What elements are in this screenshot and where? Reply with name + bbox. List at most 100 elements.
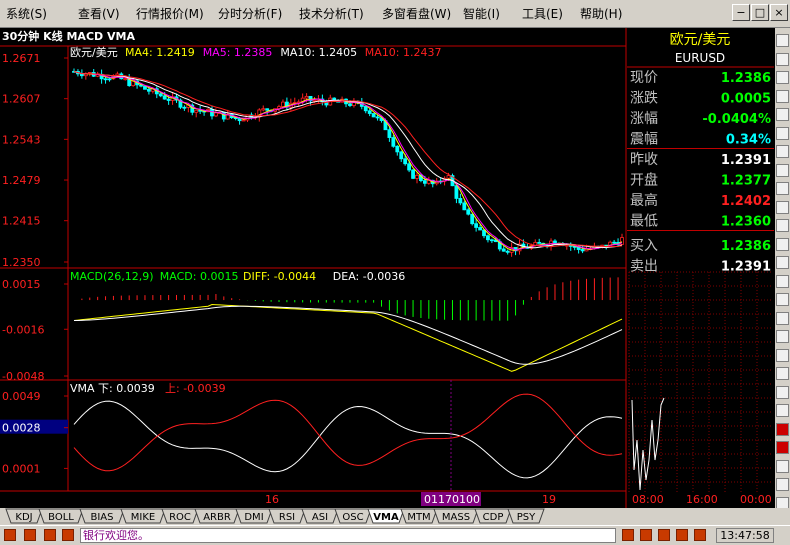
menu-item-0[interactable]: 系统(S) [6, 5, 47, 22]
toolstrip-button-11[interactable] [776, 237, 789, 251]
toolstrip-button-1[interactable] [776, 52, 789, 66]
price-tick-1: 1.2607 [2, 93, 41, 106]
tab-boll[interactable]: BOLL [38, 508, 84, 524]
status-lock-icon[interactable] [676, 529, 688, 541]
window-max-button[interactable]: □ [751, 4, 769, 21]
status-msg-icon[interactable] [658, 529, 670, 541]
tab-arbr[interactable]: ARBR [194, 508, 240, 524]
menu-item-8[interactable]: 帮助(H) [580, 5, 622, 22]
toolstrip-button-19[interactable] [776, 385, 789, 399]
toolstrip-button-20[interactable] [776, 404, 789, 417]
menu-item-1[interactable]: 查看(V) [78, 5, 120, 22]
toolstrip-button-9[interactable] [776, 200, 789, 214]
menu-item-2[interactable]: 行情报价(M) [136, 5, 204, 22]
svg-text:CDP: CDP [483, 512, 504, 523]
vma-legend-1: 上: -0.0039 [165, 382, 226, 395]
indicator-tabbar: KDJ BOLL BIAS MIKE ROC ARBR DMI RSI ASI OSC VMA MTM… [0, 508, 790, 525]
toolstrip-button-10[interactable] [776, 219, 789, 232]
svg-text:PSY: PSY [517, 512, 536, 523]
toolstrip-button-24[interactable] [776, 478, 789, 491]
toolstrip-button-0[interactable] [776, 34, 789, 47]
quote-value-2: -0.0404% [702, 112, 771, 127]
toolstrip-button-18[interactable] [776, 367, 789, 380]
menu-item-3[interactable]: 分时分析(F) [218, 5, 282, 22]
price-symbol-label: 欧元/美元 [70, 46, 118, 59]
toolstrip-button-16[interactable] [776, 330, 789, 343]
toolstrip-button-17[interactable] [776, 348, 789, 362]
quote-value-5: 1.2377 [721, 174, 771, 189]
time-label-2: 19 [542, 493, 556, 506]
candle [470, 213, 475, 226]
svg-text:ARBR: ARBR [203, 512, 231, 523]
tab-psy[interactable]: PSY [507, 508, 545, 524]
toolstrip-button-13[interactable] [776, 274, 789, 288]
tab-vma[interactable]: VMA [367, 508, 405, 524]
macd-tick-2: -0.0048 [2, 370, 44, 383]
toolstrip-button-15[interactable] [776, 311, 789, 325]
ma-legend-0: MA4: 1.2419 [125, 46, 195, 59]
toolstrip-button-5[interactable] [776, 126, 789, 140]
macd-legend-3: DEA: -0.0036 [333, 270, 405, 283]
toolstrip-button-22[interactable] [776, 441, 789, 454]
macd-legend-0: MACD(26,12,9) [70, 270, 154, 283]
toolstrip-button-12[interactable] [776, 256, 789, 269]
status-app-icon[interactable] [4, 529, 16, 541]
quote-label-8: 买入 [630, 238, 658, 254]
tab-mike[interactable]: MIKE [120, 508, 166, 524]
toolstrip-button-3[interactable] [776, 89, 789, 103]
status-info-icon[interactable] [62, 529, 74, 541]
svg-text:KDJ: KDJ [15, 512, 32, 523]
status-message: 银行欢迎您。 [80, 528, 616, 543]
price-tick-2: 1.2543 [2, 133, 41, 146]
toolstrip-button-7[interactable] [776, 163, 789, 177]
status-help-icon[interactable] [694, 529, 706, 541]
toolstrip-button-8[interactable] [776, 182, 789, 195]
toolstrip-button-21[interactable] [776, 422, 789, 436]
vma-tick-0: 0.0049 [2, 390, 41, 403]
right-toolbar [775, 28, 790, 510]
toolstrip-button-4[interactable] [776, 108, 789, 121]
status-tool-icon[interactable] [24, 529, 36, 541]
status-net-icon[interactable] [622, 529, 634, 541]
quote-value-8: 1.2386 [721, 239, 771, 254]
chart-area[interactable]: 30分钟 K线 MACD VMA 欧元/美元 MA4: 1.2419 MA5: 1.2… [0, 28, 775, 508]
quote-value-1: 0.0005 [721, 92, 771, 107]
tab-bias[interactable]: BIAS [79, 508, 125, 524]
menu-item-5[interactable]: 多窗看盘(W) [382, 5, 451, 22]
quote-value-0: 1.2386 [721, 71, 771, 86]
status-sound-icon[interactable] [640, 529, 652, 541]
window-min-button[interactable]: − [732, 4, 750, 21]
tab-mtm[interactable]: MTM [400, 508, 438, 524]
toolstrip-button-23[interactable] [776, 459, 789, 473]
tab-osc[interactable]: OSC [334, 508, 372, 524]
tab-kdj[interactable]: KDJ [5, 508, 43, 524]
svg-text:BIAS: BIAS [91, 512, 114, 523]
quote-label-3: 震幅 [630, 132, 658, 148]
toolstrip-button-6[interactable] [776, 145, 789, 158]
tab-mass[interactable]: MASS [433, 508, 479, 524]
tab-roc[interactable]: ROC [161, 508, 199, 524]
quote-value-7: 1.2360 [721, 215, 771, 230]
quote-label-1: 涨跌 [630, 91, 658, 107]
status-alert-icon[interactable] [44, 529, 56, 541]
ma-legend-1: MA5: 1.2385 [203, 46, 273, 59]
svg-text:DMI: DMI [244, 512, 263, 523]
vma-tick-1: 0.0028 [2, 422, 41, 435]
vma-tick-2: 0.0001 [2, 462, 41, 475]
macd-legend-1: MACD: 0.0015 [160, 270, 239, 283]
window-close-button[interactable]: × [770, 4, 788, 21]
menu-item-4[interactable]: 技术分析(T) [299, 5, 364, 22]
ma-legend-3: MA10: 1.2437 [365, 46, 442, 59]
tab-dmi[interactable]: DMI [235, 508, 273, 524]
menu-item-7[interactable]: 工具(E) [522, 5, 563, 22]
quote-name: 欧元/美元 [670, 32, 731, 48]
toolstrip-button-2[interactable] [776, 71, 789, 84]
toolstrip-button-14[interactable] [776, 293, 789, 306]
tab-asi[interactable]: ASI [301, 508, 339, 524]
price-tick-5: 1.2350 [2, 256, 41, 269]
tab-rsi[interactable]: RSI [268, 508, 306, 524]
menu-item-6[interactable]: 智能(I) [463, 5, 500, 22]
tab-cdp[interactable]: CDP [474, 508, 512, 524]
mini-time-2: 00:00 [740, 493, 772, 506]
macd-tick-0: 0.0015 [2, 278, 41, 291]
